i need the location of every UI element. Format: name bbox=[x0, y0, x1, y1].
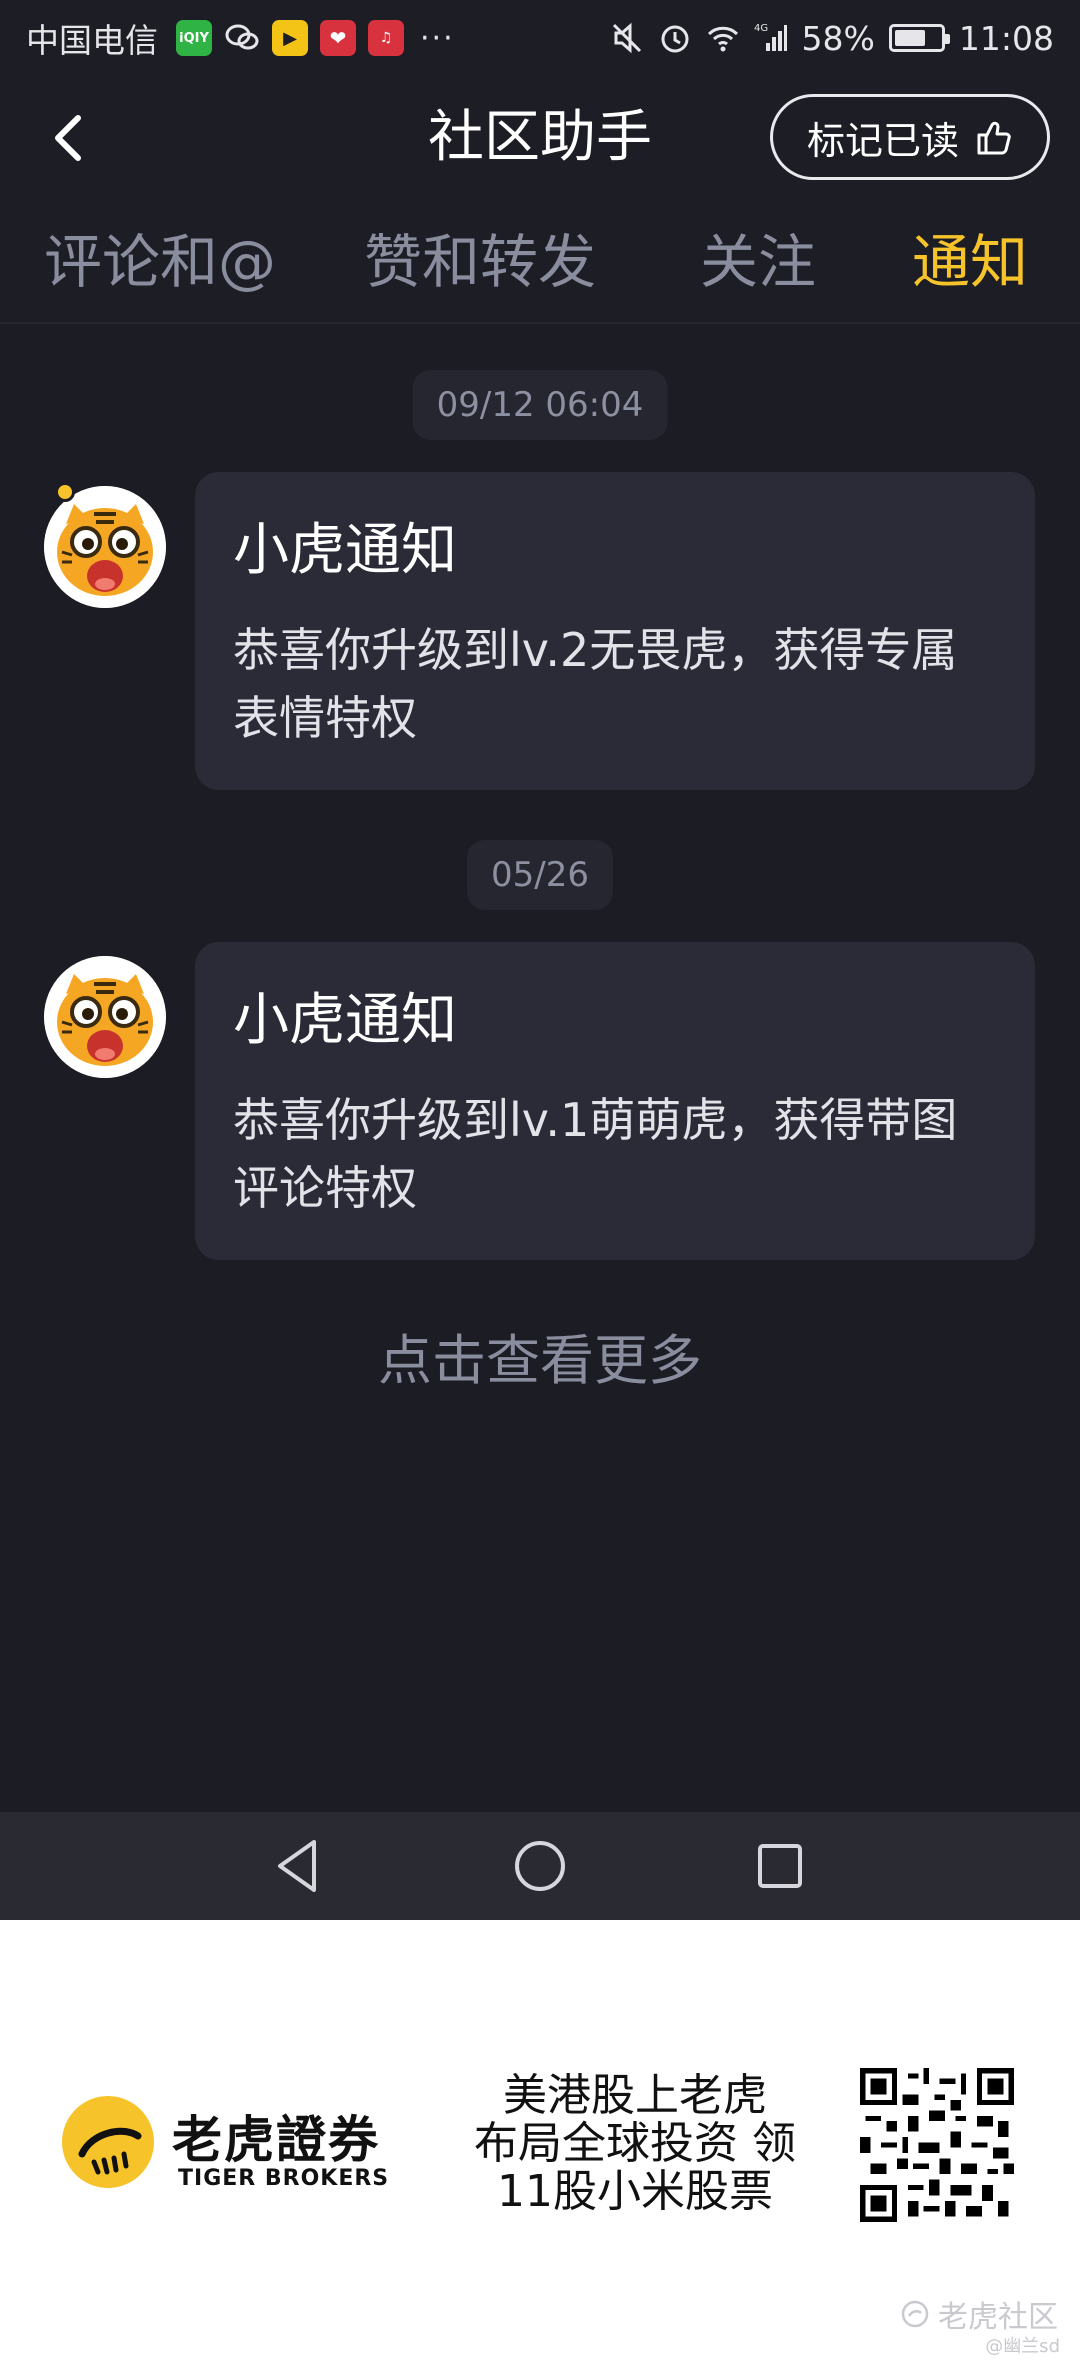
battery-percent: 58% bbox=[801, 18, 875, 58]
tab-bar: 评论和@ 赞和转发 关注 通知 bbox=[0, 200, 1080, 324]
qr-code bbox=[860, 2068, 1014, 2222]
nav-recents-icon[interactable] bbox=[748, 1834, 812, 1898]
timestamp-badge: 09/12 06:04 bbox=[412, 370, 668, 440]
system-nav-bar bbox=[0, 1812, 1080, 1920]
signal-icon: 4G bbox=[754, 23, 787, 51]
nav-home-icon[interactable] bbox=[508, 1834, 572, 1898]
tab-likes-reposts[interactable]: 赞和转发 bbox=[364, 226, 596, 298]
ad-slogan-line: 11股小米股票 bbox=[497, 2166, 773, 2217]
tiger-community-icon bbox=[901, 2300, 929, 2328]
notification-text: 恭喜你升级到lv.1萌萌虎，获得带图评论特权 bbox=[233, 1093, 958, 1215]
notification-bubble[interactable]: 小虎通知 恭喜你升级到lv.1萌萌虎，获得带图评论特权 bbox=[195, 942, 1035, 1260]
tiger-face-icon bbox=[44, 956, 166, 1078]
wechat-icon bbox=[224, 20, 260, 56]
music-icon: ♫ bbox=[368, 20, 404, 56]
back-button[interactable] bbox=[40, 104, 100, 172]
tab-comments-mentions[interactable]: 评论和@ bbox=[44, 226, 276, 298]
brand-name-en: TIGER BROKERS bbox=[178, 2166, 390, 2191]
watermark-username: @幽兰sd bbox=[985, 2336, 1060, 2357]
tiger-avatar[interactable] bbox=[44, 486, 166, 608]
video-icon: ▶ bbox=[272, 20, 308, 56]
mute-icon bbox=[612, 22, 641, 54]
notification-title: 小虎通知 bbox=[233, 518, 457, 583]
unread-indicator bbox=[55, 482, 75, 502]
ad-slogan: 美港股上老虎 布局全球投资 领 11股小米股票 bbox=[440, 2072, 830, 2216]
wifi-icon bbox=[707, 26, 738, 52]
header: 社区助手 标记已读 bbox=[0, 76, 1080, 200]
notification-title: 小虎通知 bbox=[233, 988, 457, 1053]
brand-name-cn: 老虎證券 bbox=[172, 2111, 380, 2169]
battery-icon bbox=[888, 24, 950, 52]
ad-slogan-line: 美港股上老虎 bbox=[503, 2070, 767, 2121]
carrier-label: 中国电信 bbox=[26, 21, 158, 60]
ad-banner: 老虎證券 TIGER BROKERS 美港股上老虎 布局全球投资 领 11股小米… bbox=[0, 1920, 1080, 2368]
tab-notifications[interactable]: 通知 bbox=[912, 226, 1028, 298]
watermark-label: 老虎社区 bbox=[938, 2300, 1058, 2335]
network-type-label: 4G bbox=[754, 23, 768, 34]
status-bar: 中国电信 iQIY ▶ ❤ ♫ ··· 4G 58% 11:08 bbox=[0, 0, 1080, 76]
tiger-avatar[interactable] bbox=[44, 956, 166, 1078]
more-notifications-icon: ··· bbox=[420, 20, 455, 56]
watermark: 老虎社区 bbox=[900, 2292, 1058, 2336]
nav-back-icon[interactable] bbox=[268, 1834, 332, 1898]
chevron-left-icon bbox=[55, 115, 81, 161]
timestamp-badge: 05/26 bbox=[467, 840, 613, 910]
tiger-brokers-logo-icon bbox=[62, 2096, 154, 2188]
tab-follows[interactable]: 关注 bbox=[700, 226, 816, 298]
tiger-face-icon bbox=[44, 486, 166, 608]
heart-icon: ❤ bbox=[320, 20, 356, 56]
clock: 11:08 bbox=[958, 18, 1054, 58]
alarm-icon bbox=[661, 25, 689, 53]
notification-bubble[interactable]: 小虎通知 恭喜你升级到lv.2无畏虎，获得专属表情特权 bbox=[195, 472, 1035, 790]
thumbs-up-icon bbox=[977, 121, 1011, 155]
mark-read-label: 标记已读 bbox=[806, 118, 959, 163]
notification-list: 09/12 06:04 小虎通知 恭喜你升级到lv.2无畏虎，获得专属表情特权 bbox=[0, 326, 1080, 1812]
notification-text: 恭喜你升级到lv.2无畏虎，获得专属表情特权 bbox=[233, 623, 958, 745]
iqiyi-icon: iQIY bbox=[176, 20, 212, 56]
ad-slogan-line: 布局全球投资 领 bbox=[474, 2118, 796, 2169]
load-more-link[interactable]: 点击查看更多 bbox=[0, 1326, 1080, 1396]
mark-read-button[interactable]: 标记已读 bbox=[770, 94, 1050, 180]
